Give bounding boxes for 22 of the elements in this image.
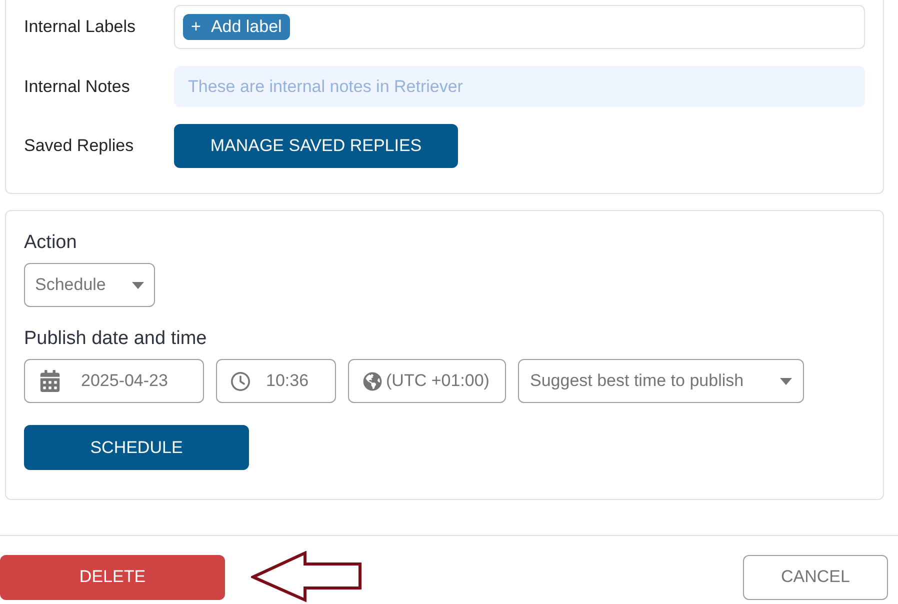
- field-label: Saved Replies: [24, 135, 135, 158]
- notes-field[interactable]: These are internal notes in Retriever: [174, 66, 865, 107]
- suggest-time-select[interactable]: Suggest best time to publish: [518, 359, 804, 403]
- action-select[interactable]: Schedule: [24, 263, 155, 307]
- schedule-button[interactable]: SCHEDULE: [24, 425, 249, 470]
- timezone-field[interactable]: (UTC +01:00): [348, 359, 506, 403]
- publish-title: Publish date and time: [24, 327, 208, 351]
- manage-replies-button[interactable]: MANAGE SAVED REPLIES: [174, 124, 458, 168]
- add-label-chip[interactable]: + Add label: [183, 14, 290, 40]
- field-label: Internal Labels: [24, 16, 137, 38]
- field-label: Internal Notes: [24, 76, 131, 98]
- calendar-icon: [39, 370, 61, 392]
- time-field[interactable]: 10:36: [216, 359, 336, 403]
- globe-icon: [363, 372, 382, 390]
- labels-field[interactable]: + Add label: [174, 5, 865, 49]
- caret-icon: [132, 282, 144, 288]
- action-title: Action: [24, 231, 78, 255]
- delete-button[interactable]: DELETE: [0, 554, 225, 600]
- cancel-button[interactable]: CANCEL: [743, 554, 888, 600]
- date-field[interactable]: 2025-04-23: [24, 359, 204, 403]
- clock-icon: [231, 372, 250, 390]
- caret-icon: [780, 378, 792, 384]
